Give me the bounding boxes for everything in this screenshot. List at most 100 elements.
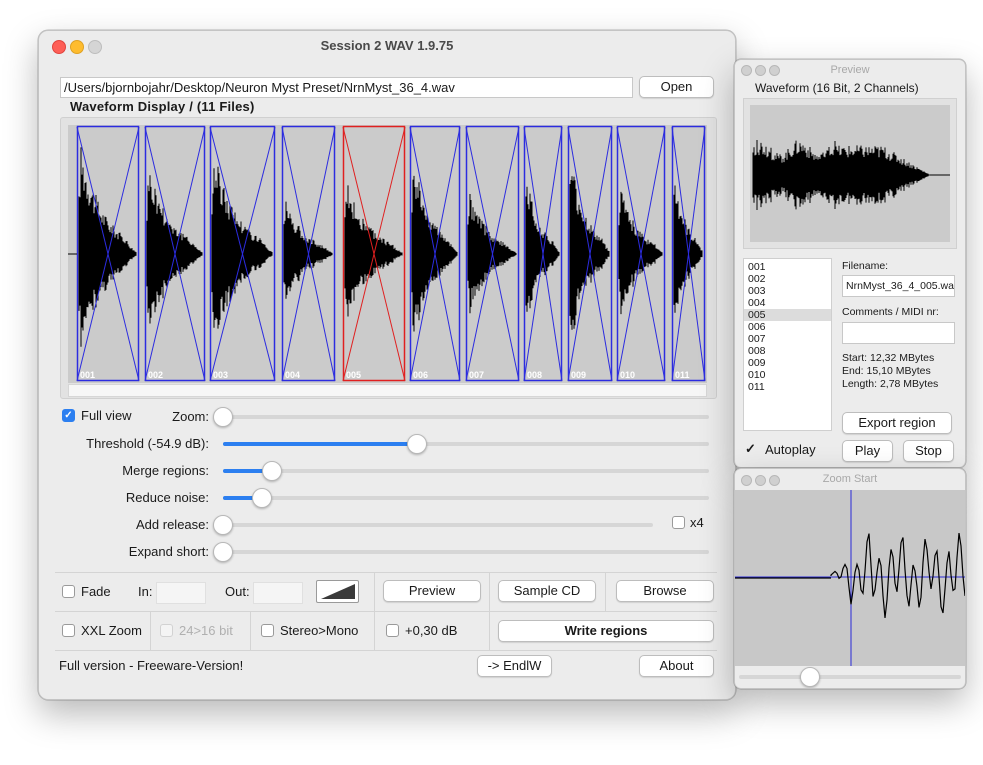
- file-list-item[interactable]: 006: [744, 321, 831, 333]
- zoom-button[interactable]: [769, 65, 780, 76]
- separator: [55, 650, 717, 651]
- minimize-button[interactable]: [70, 40, 84, 54]
- open-button[interactable]: Open: [639, 76, 714, 98]
- preview-button[interactable]: Preview: [383, 580, 481, 602]
- file-list-item[interactable]: 004: [744, 297, 831, 309]
- slider-label: Zoom:: [172, 409, 209, 424]
- slider-track[interactable]: [223, 469, 709, 473]
- separator: [374, 612, 375, 650]
- separator: [374, 573, 375, 611]
- separator: [489, 612, 490, 650]
- bit-conversion-label: 24>16 bit: [179, 623, 233, 638]
- slider-track[interactable]: [223, 442, 709, 446]
- slider-track[interactable]: [223, 550, 709, 554]
- separator: [250, 612, 251, 650]
- waveform-region-label: 009: [571, 370, 586, 380]
- preview-waveform-frame: [743, 98, 957, 249]
- slider-track[interactable]: [223, 523, 653, 527]
- autoplay-checkbox[interactable]: ✓: [745, 442, 758, 455]
- slider-knob[interactable]: [213, 407, 233, 427]
- close-button[interactable]: [52, 40, 66, 54]
- minimize-button[interactable]: [755, 65, 766, 76]
- zoom-start-slider-track[interactable]: [739, 675, 961, 679]
- separator: [150, 612, 151, 650]
- close-button[interactable]: [741, 475, 752, 486]
- slider-track[interactable]: [223, 496, 709, 500]
- zoom-start-display[interactable]: [735, 490, 965, 666]
- write-regions-button[interactable]: Write regions: [498, 620, 714, 642]
- file-list-item[interactable]: 003: [744, 285, 831, 297]
- version-status: Full version - Freeware-Version!: [59, 658, 244, 673]
- waveform-region-label: 007: [469, 370, 484, 380]
- slider-label: Merge regions:: [122, 463, 209, 478]
- zoom-start-slider-knob[interactable]: [800, 667, 821, 687]
- slider-knob[interactable]: [251, 488, 272, 508]
- browse-button[interactable]: Browse: [616, 580, 714, 602]
- slider-knob[interactable]: [213, 515, 233, 535]
- waveform-scrollbar[interactable]: [68, 384, 707, 397]
- x4-checkbox[interactable]: [672, 516, 685, 529]
- separator: [55, 572, 717, 573]
- slider-knob[interactable]: [213, 542, 233, 562]
- zoom-button[interactable]: [88, 40, 102, 54]
- start-info: Start: 12,32 MBytes: [842, 352, 935, 364]
- gain-checkbox[interactable]: [386, 624, 399, 637]
- waveform-region-label: 005: [346, 370, 361, 380]
- filename-field[interactable]: NrnMyst_36_4_005.wav: [842, 275, 955, 297]
- waveform-region-label: 004: [285, 370, 300, 380]
- slider-knob[interactable]: [261, 461, 282, 481]
- separator: [605, 573, 606, 611]
- close-button[interactable]: [741, 65, 752, 76]
- file-list-item[interactable]: 002: [744, 273, 831, 285]
- waveform-display[interactable]: 001 002 003 004 005 006 007 008 009 010 011: [68, 125, 707, 383]
- file-list-item[interactable]: 007: [744, 333, 831, 345]
- preview-waveform: [750, 105, 950, 242]
- fade-curve-button[interactable]: [316, 580, 359, 603]
- waveform-region-label: 011: [675, 370, 690, 380]
- slider-label: Add release:: [136, 517, 209, 532]
- stereo-mono-checkbox[interactable]: [261, 624, 274, 637]
- file-list-item[interactable]: 010: [744, 369, 831, 381]
- endlw-button[interactable]: -> EndlW: [477, 655, 552, 677]
- stop-button[interactable]: Stop: [903, 440, 954, 462]
- window-title: Preview: [830, 64, 870, 76]
- waveform-region-label: 010: [620, 370, 635, 380]
- export-region-button[interactable]: Export region: [842, 412, 952, 434]
- slider-label: Threshold (-54.9 dB):: [86, 436, 209, 451]
- fade-checkbox[interactable]: [62, 585, 75, 598]
- filename-label: Filename:: [842, 260, 889, 272]
- length-info: Length: 2,78 MBytes: [842, 378, 939, 390]
- comments-field[interactable]: [842, 322, 955, 344]
- waveform-region-label: 008: [527, 370, 542, 380]
- minimize-button[interactable]: [755, 475, 766, 486]
- preview-window: Preview Waveform (16 Bit, 2 Channels) 00…: [734, 59, 966, 468]
- file-list-item[interactable]: 005: [744, 309, 831, 321]
- zoom-button[interactable]: [769, 475, 780, 486]
- bit-conversion-checkbox[interactable]: [160, 624, 173, 637]
- play-button[interactable]: Play: [842, 440, 893, 462]
- end-info: End: 15,10 MBytes: [842, 365, 931, 377]
- about-button[interactable]: About: [639, 655, 714, 677]
- slider-knob[interactable]: [407, 434, 428, 454]
- fade-in-field[interactable]: [156, 582, 206, 604]
- file-list[interactable]: 001 002 003 004 005 006 007 008 009 010 011: [743, 258, 832, 431]
- file-list-item[interactable]: 001: [744, 261, 831, 273]
- file-list-item[interactable]: 008: [744, 345, 831, 357]
- fade-curve-icon: [321, 584, 355, 599]
- preview-waveform-label: Waveform (16 Bit, 2 Channels): [755, 81, 919, 95]
- fade-out-field[interactable]: [253, 582, 303, 604]
- waveform-region-label: 001: [80, 370, 95, 380]
- xxl-zoom-checkbox[interactable]: [62, 624, 75, 637]
- gain-label: +0,30 dB: [405, 623, 458, 638]
- waveform-region-label: 006: [413, 370, 428, 380]
- slider-fill: [223, 442, 418, 446]
- slider-label: Reduce noise:: [125, 490, 209, 505]
- file-path-field[interactable]: /Users/bjornbojahr/Desktop/Neuron Myst P…: [60, 77, 633, 98]
- file-list-item[interactable]: 011: [744, 381, 831, 393]
- separator: [55, 611, 717, 612]
- slider-track[interactable]: [223, 415, 709, 419]
- sample-cd-button[interactable]: Sample CD: [498, 580, 596, 602]
- comments-label: Comments / MIDI nr:: [842, 306, 939, 318]
- slider-label: Expand short:: [128, 544, 209, 559]
- file-list-item[interactable]: 009: [744, 357, 831, 369]
